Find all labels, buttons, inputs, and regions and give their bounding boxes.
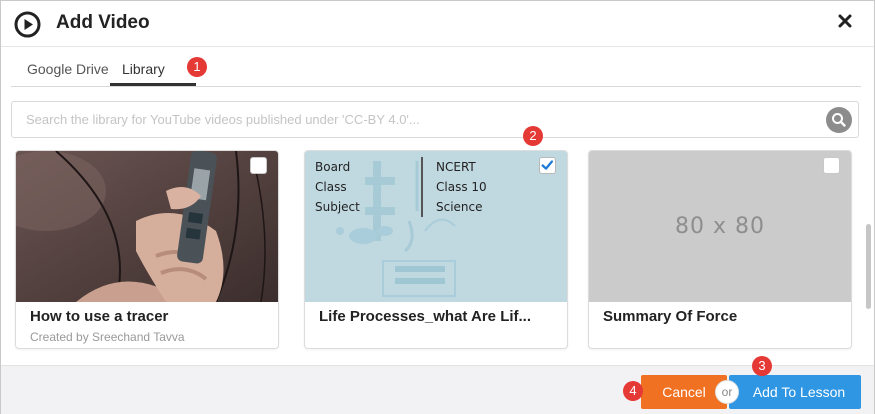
video-card-life-processes[interactable]: Board Class Subject NCERT Class 10 Scien…	[304, 150, 568, 349]
thumb-label-subject: Subject	[315, 200, 360, 214]
scrollbar-thumb[interactable]	[866, 224, 871, 309]
thumb-value-board: NCERT	[436, 160, 476, 174]
thumb-value-class: Class 10	[436, 180, 487, 194]
search-icon	[832, 113, 846, 127]
step-badge-4: 4	[623, 381, 643, 401]
thumb-labels: Board Class Subject	[315, 157, 360, 217]
thumb-label-class: Class	[315, 180, 347, 194]
dialog-header: Add Video	[1, 1, 874, 47]
video-card-tracer[interactable]: How to use a tracer Created by Sreechand…	[15, 150, 279, 349]
video-title: How to use a tracer	[30, 308, 169, 325]
close-icon[interactable]	[837, 13, 853, 29]
play-circle-icon	[14, 11, 41, 38]
add-to-lesson-button[interactable]: Add To Lesson	[729, 375, 861, 409]
video-thumbnail-life-processes: Board Class Subject NCERT Class 10 Scien…	[305, 151, 567, 302]
placeholder-size-text: 80 x 80	[675, 214, 765, 239]
tab-library[interactable]: Library	[122, 61, 165, 77]
add-video-dialog: Add Video Google Drive Library 1 Search …	[0, 0, 875, 414]
step-badge-3: 3	[752, 356, 772, 376]
thumb-value-subject: Science	[436, 200, 483, 214]
dialog-footer: Cancel Add To Lesson or	[1, 365, 874, 414]
select-checkbox-life-processes[interactable]	[539, 157, 556, 174]
video-thumbnail-placeholder: 80 x 80	[589, 151, 851, 302]
search-button[interactable]	[826, 107, 852, 133]
checkmark-icon	[541, 160, 554, 170]
active-tab-indicator	[110, 83, 196, 86]
select-checkbox-summary-of-force[interactable]	[823, 157, 840, 174]
source-tabs: Google Drive Library	[11, 47, 861, 87]
video-thumbnail-tracer	[16, 151, 278, 302]
video-title: Summary Of Force	[603, 308, 738, 325]
tracer-photo	[16, 151, 278, 302]
step-badge-2: 2	[523, 126, 543, 146]
select-checkbox-tracer[interactable]	[250, 157, 267, 174]
thumb-values: NCERT Class 10 Science	[436, 157, 487, 217]
thumb-label-board: Board	[315, 160, 351, 174]
dialog-title: Add Video	[56, 12, 150, 33]
card-grid-scrollbar[interactable]	[864, 149, 872, 359]
library-search	[11, 101, 859, 138]
search-input[interactable]	[13, 103, 813, 136]
tab-google-drive[interactable]: Google Drive	[27, 61, 109, 77]
thumb-divider	[421, 157, 423, 217]
video-title: Life Processes_what Are Lif...	[319, 308, 532, 325]
or-separator: or	[715, 380, 739, 404]
step-badge-1: 1	[187, 57, 207, 77]
video-author: Created by Sreechand Tavva	[30, 330, 185, 344]
video-card-summary-of-force[interactable]: 80 x 80 Summary Of Force	[588, 150, 852, 349]
